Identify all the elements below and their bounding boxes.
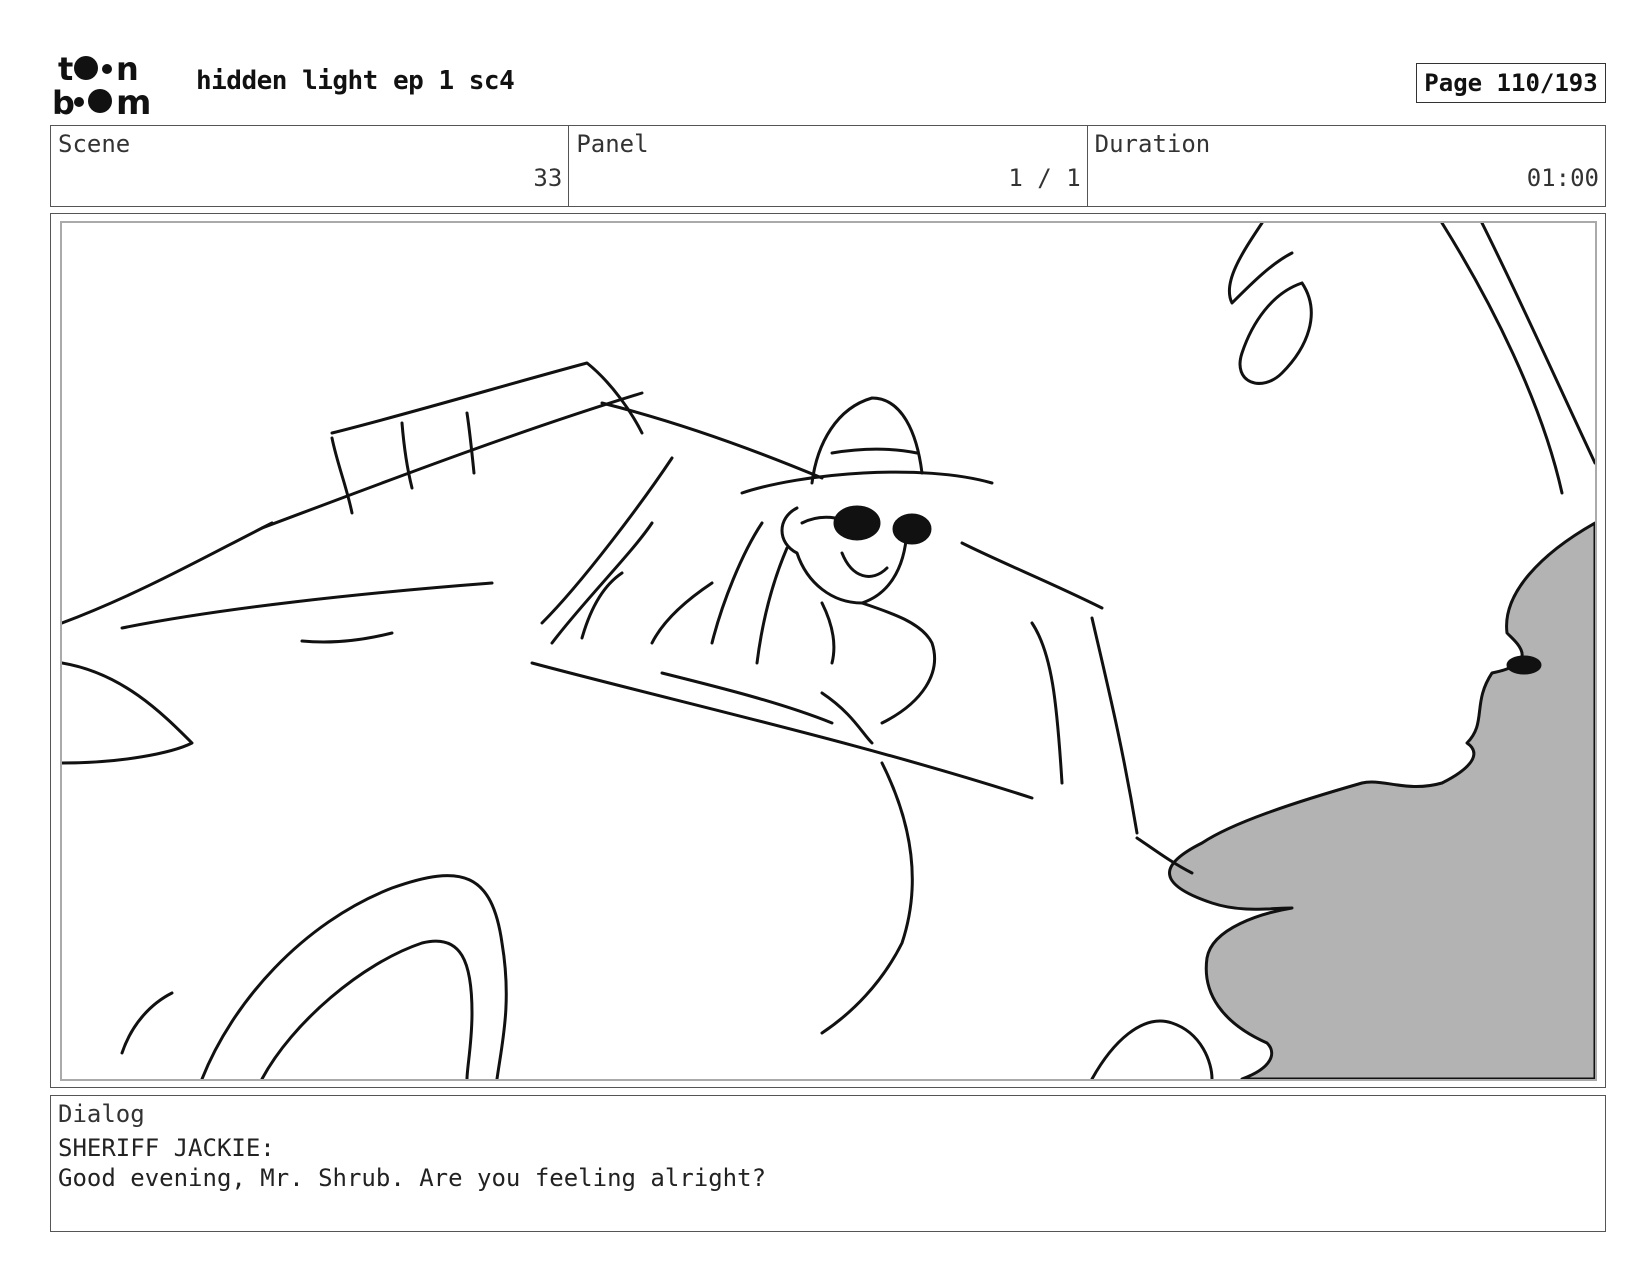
page-number: Page 110/193: [1424, 69, 1598, 97]
panel-value: 1 / 1: [1008, 164, 1081, 192]
scene-value: 33: [533, 164, 563, 192]
panel-info-row: Scene 33 Panel 1 / 1 Duration 01:00: [50, 125, 1606, 207]
svg-text:b: b: [52, 84, 75, 120]
dialog-line: Good evening, Mr. Shrub. Are you feeling…: [58, 1164, 767, 1192]
document-title: hidden light ep 1 sc4: [196, 66, 515, 96]
scene-cell: Scene 33: [51, 126, 570, 206]
dialog-box: Dialog SHERIFF JACKIE: Good evening, Mr.…: [50, 1095, 1606, 1232]
dialog-speaker: SHERIFF JACKIE:: [58, 1134, 275, 1162]
duration-cell: Duration 01:00: [1088, 126, 1605, 206]
svg-text:t: t: [58, 50, 73, 88]
bush-eye: [1506, 655, 1542, 675]
page-indicator: Page 110/193: [1416, 63, 1606, 103]
panel-cell: Panel 1 / 1: [569, 126, 1088, 206]
storyboard-drawing: [60, 221, 1597, 1081]
toon-boom-logo: t n b m: [52, 50, 172, 123]
bush-shape: [1168, 521, 1595, 1079]
duration-value: 01:00: [1526, 164, 1599, 192]
scene-label: Scene: [58, 130, 131, 158]
duration-label: Duration: [1094, 130, 1211, 158]
svg-text:m: m: [116, 83, 151, 120]
dialog-label: Dialog: [58, 1100, 145, 1128]
panel-label: Panel: [576, 130, 649, 158]
